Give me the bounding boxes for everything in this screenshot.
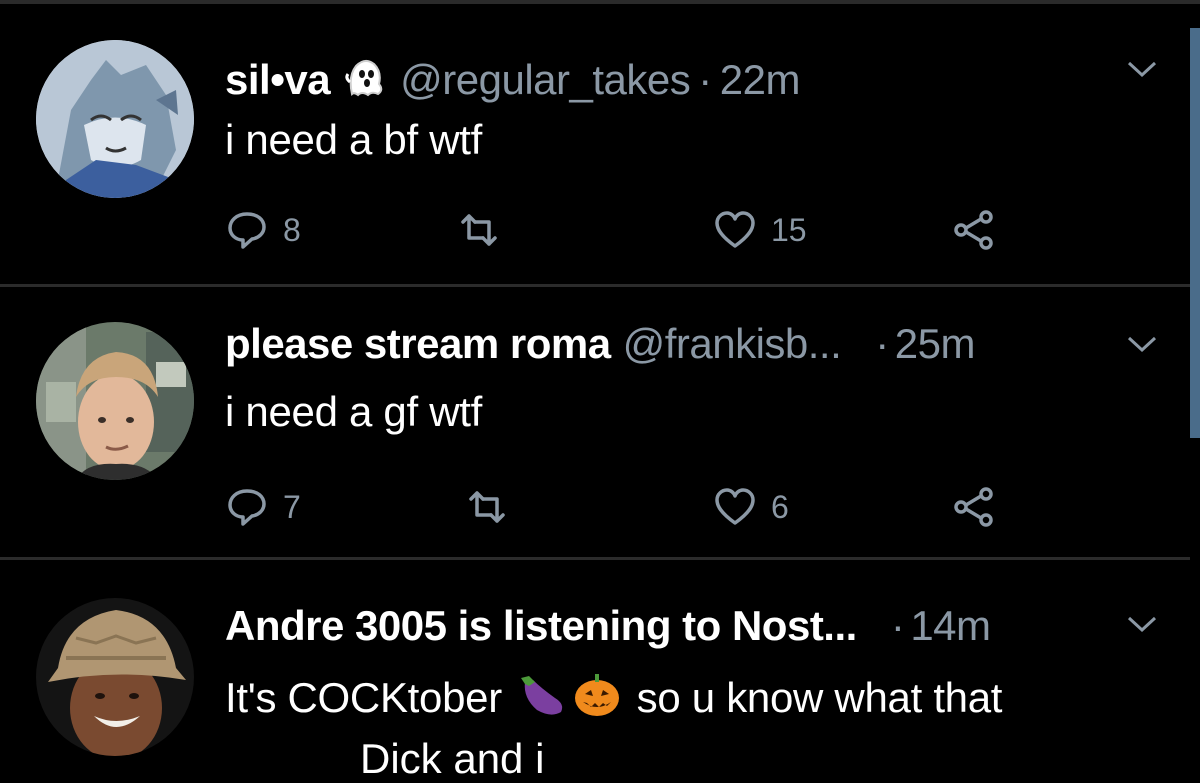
separator-dot: · bbox=[890, 602, 905, 649]
display-name[interactable]: please stream roma bbox=[225, 320, 611, 368]
retweet-button[interactable] bbox=[457, 205, 501, 255]
heart-icon bbox=[715, 211, 755, 248]
reply-button[interactable]: 7 bbox=[225, 482, 301, 532]
ghost-icon bbox=[342, 54, 388, 100]
reply-count: 7 bbox=[283, 488, 301, 525]
tweet-text: i need a bf wtf bbox=[225, 116, 482, 163]
share-button[interactable] bbox=[952, 482, 996, 532]
display-name[interactable]: sil•va bbox=[225, 56, 331, 104]
timestamp[interactable]: 25m bbox=[895, 320, 976, 368]
chevron-down-icon[interactable] bbox=[1125, 613, 1159, 635]
separator-dot: · bbox=[698, 56, 712, 103]
eggplant-emoji bbox=[515, 668, 567, 720]
tweet-header: please stream roma @frankisb... · 25m bbox=[225, 320, 975, 370]
avatar-illustration bbox=[36, 40, 194, 198]
timestamp[interactable]: 14m bbox=[910, 602, 991, 650]
scrollbar[interactable] bbox=[1190, 28, 1200, 438]
share-icon bbox=[954, 210, 993, 250]
retweet-icon bbox=[461, 214, 497, 246]
jack-o-lantern-emoji bbox=[571, 668, 623, 720]
like-count: 6 bbox=[771, 488, 789, 525]
tweet-text-part: It's COCKtober bbox=[225, 674, 502, 721]
retweet-icon bbox=[469, 491, 505, 523]
share-button[interactable] bbox=[952, 205, 996, 255]
reply-icon bbox=[228, 489, 266, 526]
like-button[interactable]: 6 bbox=[713, 482, 789, 532]
tweet-text-part: so u know what that bbox=[636, 674, 1003, 721]
tweet-text: i need a gf wtf bbox=[225, 388, 482, 435]
timestamp[interactable]: 22m bbox=[720, 56, 801, 104]
action-bar: 8 15 bbox=[225, 205, 1025, 255]
chevron-down-icon[interactable] bbox=[1125, 333, 1159, 355]
top-divider bbox=[0, 0, 1200, 4]
reply-button[interactable]: 8 bbox=[225, 205, 301, 255]
tweet-header: sil•va @regular_takes · 22m bbox=[225, 48, 800, 103]
like-count: 15 bbox=[771, 211, 807, 248]
reply-icon bbox=[228, 212, 266, 249]
reply-count: 8 bbox=[283, 211, 301, 248]
user-handle[interactable]: @regular_takes bbox=[400, 56, 691, 104]
tweet-header: Andre 3005 is listening to Nost... · 14m bbox=[225, 602, 991, 652]
user-handle[interactable]: @frankisb... bbox=[623, 320, 842, 368]
tweet-text: It's COCKtober so u know what that bbox=[225, 668, 1002, 722]
tweet-text-continuation: Dick and i bbox=[360, 735, 545, 782]
retweet-button[interactable] bbox=[465, 482, 509, 532]
avatar[interactable] bbox=[36, 322, 194, 480]
heart-icon bbox=[715, 488, 755, 525]
avatar[interactable] bbox=[36, 598, 194, 756]
avatar-photo bbox=[36, 598, 194, 756]
tweet-divider bbox=[0, 284, 1190, 287]
share-icon bbox=[954, 487, 993, 527]
avatar[interactable] bbox=[36, 40, 194, 198]
chevron-down-icon[interactable] bbox=[1125, 58, 1159, 80]
separator-dot: · bbox=[875, 320, 889, 367]
tweet-divider bbox=[0, 557, 1190, 560]
like-button[interactable]: 15 bbox=[713, 205, 807, 255]
avatar-photo bbox=[36, 322, 194, 480]
action-bar: 7 6 bbox=[225, 482, 1025, 532]
display-name[interactable]: Andre 3005 is listening to Nost... bbox=[225, 602, 857, 650]
